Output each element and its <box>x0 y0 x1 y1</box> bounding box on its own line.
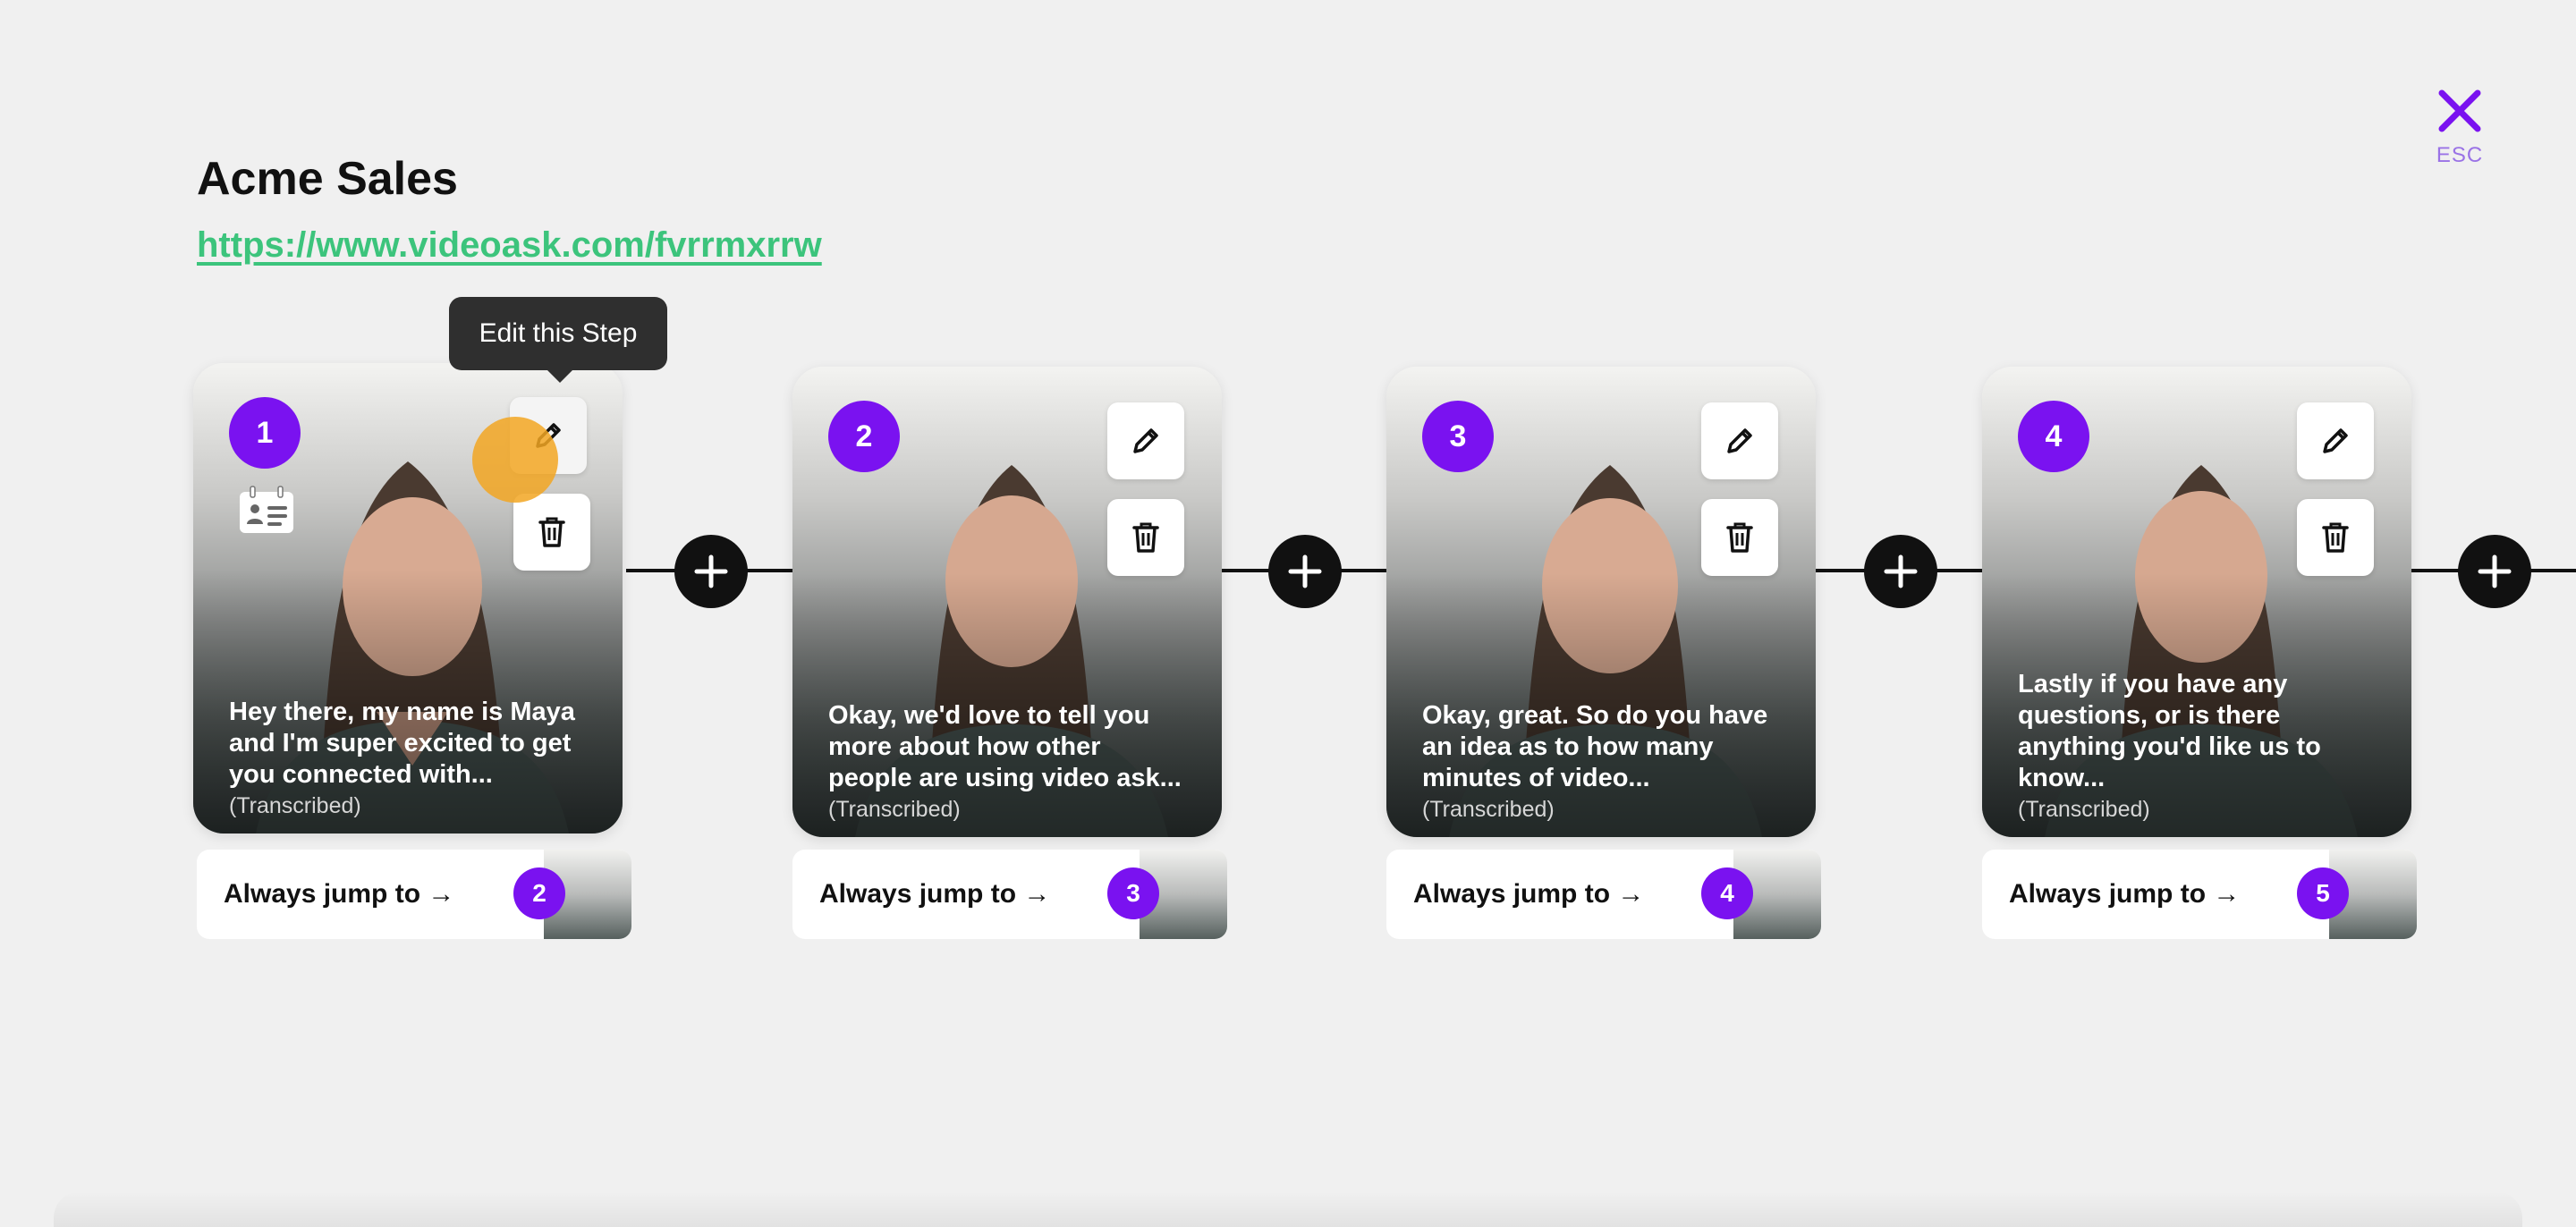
step-transcript: Okay, we'd love to tell you more about h… <box>828 701 1182 792</box>
plus-icon <box>1884 554 1918 588</box>
close-button[interactable]: ESC <box>2431 86 2488 184</box>
jump-target-badge: 4 <box>1701 867 1753 919</box>
trash-icon <box>2322 522 2349 553</box>
delete-step-button[interactable] <box>1701 499 1778 576</box>
step-number-badge: 4 <box>2018 401 2089 472</box>
jump-target-badge: 5 <box>2297 867 2349 919</box>
contact-card-icon[interactable] <box>238 485 295 535</box>
edit-step-button[interactable] <box>1701 402 1778 479</box>
step-card-2[interactable]: 2 Okay, we'd love to tell you more about… <box>792 367 1222 837</box>
step-transcript: Lastly if you have any questions, or is … <box>2018 670 2321 792</box>
add-step-button[interactable] <box>1864 535 1937 608</box>
plus-icon <box>694 554 728 588</box>
transcribed-label: (Transcribed) <box>828 797 961 822</box>
edit-step-button[interactable] <box>2297 402 2374 479</box>
add-step-button[interactable] <box>2458 535 2531 608</box>
jump-target-badge: 3 <box>1107 867 1159 919</box>
step-transcript: Hey there, my name is Maya and I'm super… <box>229 698 575 789</box>
step-card-4[interactable]: 4 Lastly if you have any questions, or i… <box>1982 367 2411 837</box>
jump-label: Always jump to → <box>1413 879 1645 909</box>
add-step-button[interactable] <box>674 535 748 608</box>
cursor-highlight <box>472 417 558 503</box>
transcribed-label: (Transcribed) <box>2018 797 2150 822</box>
jump-logic-step-1[interactable]: Always jump to → 2 <box>197 850 631 939</box>
page-title: Acme Sales <box>197 153 458 205</box>
trash-icon <box>1132 522 1159 553</box>
trash-icon <box>1726 522 1753 553</box>
add-step-button[interactable] <box>1268 535 1342 608</box>
pencil-icon <box>1133 428 1158 453</box>
jump-label: Always jump to → <box>2009 879 2241 909</box>
step-number-badge: 2 <box>828 401 900 472</box>
delete-step-button[interactable] <box>1107 499 1184 576</box>
delete-step-button[interactable] <box>513 494 590 571</box>
pencil-icon <box>2323 428 2348 453</box>
jump-label: Always jump to → <box>819 879 1051 909</box>
jump-target-badge: 2 <box>513 867 565 919</box>
step-number-badge: 3 <box>1422 401 1494 472</box>
plus-icon <box>2478 554 2512 588</box>
jump-label: Always jump to → <box>224 879 455 909</box>
transcribed-label: (Transcribed) <box>1422 797 1555 822</box>
transcribed-label: (Transcribed) <box>229 793 361 818</box>
delete-step-button[interactable] <box>2297 499 2374 576</box>
pencil-icon <box>1727 428 1752 453</box>
step-number-badge: 1 <box>229 397 301 469</box>
edit-step-tooltip: Edit this Step <box>449 297 667 383</box>
jump-logic-step-3[interactable]: Always jump to → 4 <box>1386 850 1821 939</box>
videoask-link[interactable]: https://www.videoask.com/fvrrmxrrw <box>197 225 822 266</box>
step-card-3[interactable]: 3 Okay, great. So do you have an idea as… <box>1386 367 1816 837</box>
step-transcript: Okay, great. So do you have an idea as t… <box>1422 701 1768 792</box>
edit-step-button[interactable] <box>1107 402 1184 479</box>
bottom-shadow <box>54 1191 2522 1227</box>
jump-logic-step-4[interactable]: Always jump to → 5 <box>1982 850 2417 939</box>
plus-icon <box>1288 554 1322 588</box>
jump-logic-step-2[interactable]: Always jump to → 3 <box>792 850 1227 939</box>
esc-label: ESC <box>2436 143 2484 167</box>
step-card-1[interactable]: 1 Hey there, my name is Maya and I'm sup… <box>193 363 623 834</box>
trash-icon <box>538 517 565 547</box>
close-icon <box>2438 89 2481 132</box>
